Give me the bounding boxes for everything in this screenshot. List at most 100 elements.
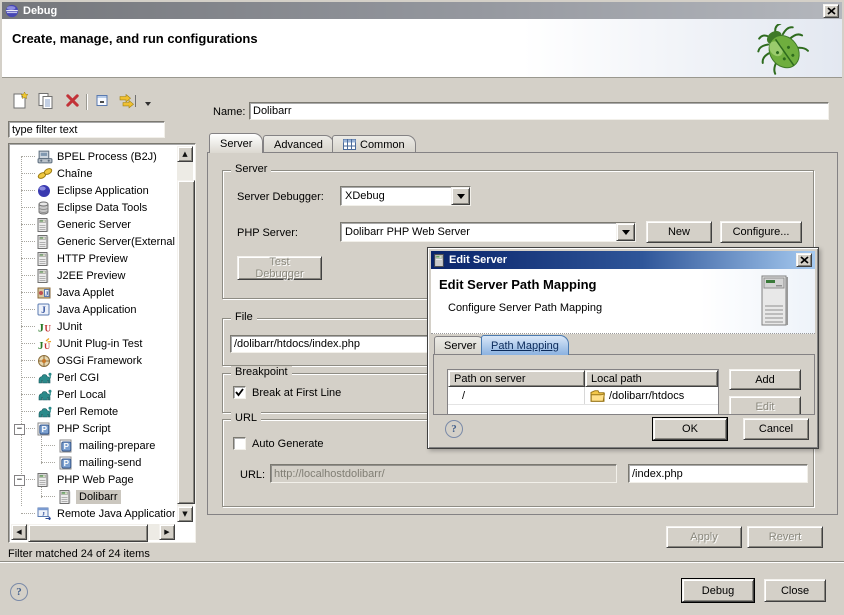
- scroll-up-button[interactable]: ▲: [177, 146, 193, 162]
- tree-item-junit-plug-in-test[interactable]: JUJUnit Plug-in Test: [11, 335, 175, 352]
- column-header-local-path[interactable]: Local path: [585, 370, 718, 387]
- break-first-line-checkbox[interactable]: [233, 386, 246, 399]
- svg-text:J: J: [41, 305, 46, 315]
- tree-item-bpel-process-b2j[interactable]: BPEL Process (B2J): [11, 148, 175, 165]
- window-titlebar[interactable]: Debug: [2, 2, 842, 19]
- tree-item-dolibarr[interactable]: Dolibarr: [11, 488, 175, 505]
- tree-item-label: Perl Local: [54, 388, 109, 402]
- filter-button[interactable]: [116, 92, 140, 112]
- cancel-button[interactable]: Cancel: [743, 418, 809, 440]
- tree-item-remote-java-application[interactable]: JRemote Java Application: [11, 505, 175, 520]
- php-server-label: PHP Server:: [237, 227, 298, 239]
- dialog-help-button[interactable]: ?: [445, 420, 463, 438]
- tree-item-perl-local[interactable]: Perl Local: [11, 386, 175, 403]
- scrollbar-thumb[interactable]: [28, 524, 148, 542]
- path-mapping-row[interactable]: //dolibarr/htdocs: [448, 387, 718, 405]
- scroll-down-button[interactable]: ▼: [177, 506, 193, 522]
- tree-item-label: Java Applet: [54, 286, 117, 300]
- config-tree[interactable]: BPEL Process (B2J)Chaîne Eclipse Applicat…: [8, 143, 196, 543]
- dialog-close-button[interactable]: [796, 253, 812, 267]
- arrow-down-icon: ▼: [182, 511, 187, 518]
- dialog-tab-path-mapping[interactable]: Path Mapping: [481, 335, 569, 355]
- configure-button[interactable]: Configure...: [720, 221, 802, 243]
- tree-item-generic-server-external-la[interactable]: Generic Server(External La: [11, 233, 175, 250]
- tree-expander-minus-icon[interactable]: −: [14, 424, 25, 435]
- tree-item-mailing-prepare[interactable]: Pmailing-prepare: [11, 437, 175, 454]
- tab-advanced[interactable]: Advanced: [263, 135, 334, 153]
- auto-generate-checkbox[interactable]: [233, 437, 246, 450]
- test-debugger-button[interactable]: Test Debugger: [237, 256, 322, 280]
- apply-button[interactable]: Apply: [666, 526, 742, 548]
- scrollbar-thumb[interactable]: [177, 180, 195, 504]
- tree-item-j2ee-preview[interactable]: J2EE Preview: [11, 267, 175, 284]
- header-banner: Create, manage, and run configurations: [2, 19, 842, 78]
- chevron-down-icon: [144, 95, 152, 110]
- combo-dropdown-button[interactable]: [616, 223, 635, 241]
- combo-dropdown-button[interactable]: [451, 187, 470, 205]
- window-title: Debug: [23, 5, 57, 17]
- debug-button[interactable]: Debug: [682, 579, 754, 602]
- close-button[interactable]: Close: [764, 579, 826, 602]
- tree-item-http-preview[interactable]: HTTP Preview: [11, 250, 175, 267]
- tree-item-eclipse-data-tools[interactable]: Eclipse Data Tools: [11, 199, 175, 216]
- scroll-left-button[interactable]: ◀: [11, 524, 27, 540]
- chevron-down-icon: [622, 230, 630, 235]
- filter-status-text: Filter matched 24 of 24 items: [8, 548, 150, 560]
- tree-item-perl-cgi[interactable]: Perl CGI: [11, 369, 175, 386]
- php-icon: P: [59, 438, 76, 453]
- window-close-button[interactable]: [823, 4, 839, 18]
- filter-menu-button[interactable]: [142, 92, 154, 112]
- filter-input[interactable]: [8, 121, 165, 138]
- ok-button[interactable]: OK: [653, 418, 727, 440]
- tree-item-osgi-framework[interactable]: OSGi Framework: [11, 352, 175, 369]
- new-config-icon: [11, 91, 30, 113]
- tree-item-php-web-page[interactable]: −PHP Web Page: [11, 471, 175, 488]
- tree-vertical-scrollbar[interactable]: ▲ ▼: [177, 146, 193, 522]
- new-configuration-button[interactable]: [8, 92, 32, 112]
- path-mapping-table[interactable]: Path on server Local path //dolibarr/htd…: [447, 369, 719, 415]
- tree-item-label: J2EE Preview: [54, 269, 128, 283]
- tree-item-perl-remote[interactable]: Perl Remote: [11, 403, 175, 420]
- tree-item-php-script[interactable]: −PPHP Script: [11, 420, 175, 437]
- page-title: Create, manage, and run configurations: [12, 31, 258, 46]
- dialog-tab-server[interactable]: Server: [434, 336, 486, 355]
- url-path-input[interactable]: [628, 464, 808, 483]
- server-debugger-combo[interactable]: XDebug: [340, 186, 471, 206]
- close-icon: [800, 256, 809, 264]
- duplicate-button[interactable]: [34, 92, 58, 112]
- tree-item-java-application[interactable]: JJava Application: [11, 301, 175, 318]
- tree-item-generic-server[interactable]: Generic Server: [11, 216, 175, 233]
- junit-icon: JU: [37, 319, 54, 334]
- tree-item-eclipse-application[interactable]: Eclipse Application: [11, 182, 175, 199]
- add-button[interactable]: Add: [729, 369, 801, 390]
- collapse-all-button[interactable]: [90, 92, 114, 112]
- tab-label: Server: [444, 340, 476, 352]
- help-button[interactable]: ?: [10, 583, 28, 601]
- tab-label: Server: [220, 138, 252, 150]
- tree-item-java-applet[interactable]: JJava Applet: [11, 284, 175, 301]
- delete-button[interactable]: [60, 92, 84, 112]
- tree-item-cha-ne[interactable]: Chaîne: [11, 165, 175, 182]
- tree-item-mailing-send[interactable]: Pmailing-send: [11, 454, 175, 471]
- new-server-button[interactable]: New: [646, 221, 712, 243]
- tree-expander-minus-icon[interactable]: −: [14, 475, 25, 486]
- tab-common[interactable]: Common: [332, 135, 416, 153]
- php-server-combo[interactable]: Dolibarr PHP Web Server: [340, 222, 636, 242]
- dialog-heading: Edit Server Path Mapping: [439, 277, 596, 292]
- tree-item-label: PHP Script: [54, 422, 114, 436]
- name-input[interactable]: [249, 102, 829, 120]
- auto-generate-label: Auto Generate: [252, 438, 324, 450]
- eclipse-logo-icon: [5, 4, 19, 18]
- server-icon: [434, 254, 445, 267]
- tab-server[interactable]: Server: [209, 133, 263, 153]
- scroll-right-button[interactable]: ▶: [159, 524, 175, 540]
- dialog-titlebar[interactable]: Edit Server: [431, 251, 815, 269]
- tree-item-label: Eclipse Application: [54, 184, 152, 198]
- revert-button[interactable]: Revert: [747, 526, 823, 548]
- column-header-path-on-server[interactable]: Path on server: [448, 370, 585, 387]
- tree-horizontal-scrollbar[interactable]: ◀ ▶: [11, 524, 175, 540]
- php-server-icon: [59, 489, 76, 504]
- chain-icon: [37, 166, 54, 181]
- tree-item-junit[interactable]: JUJUnit: [11, 318, 175, 335]
- combo-value: Dolibarr PHP Web Server: [341, 223, 616, 241]
